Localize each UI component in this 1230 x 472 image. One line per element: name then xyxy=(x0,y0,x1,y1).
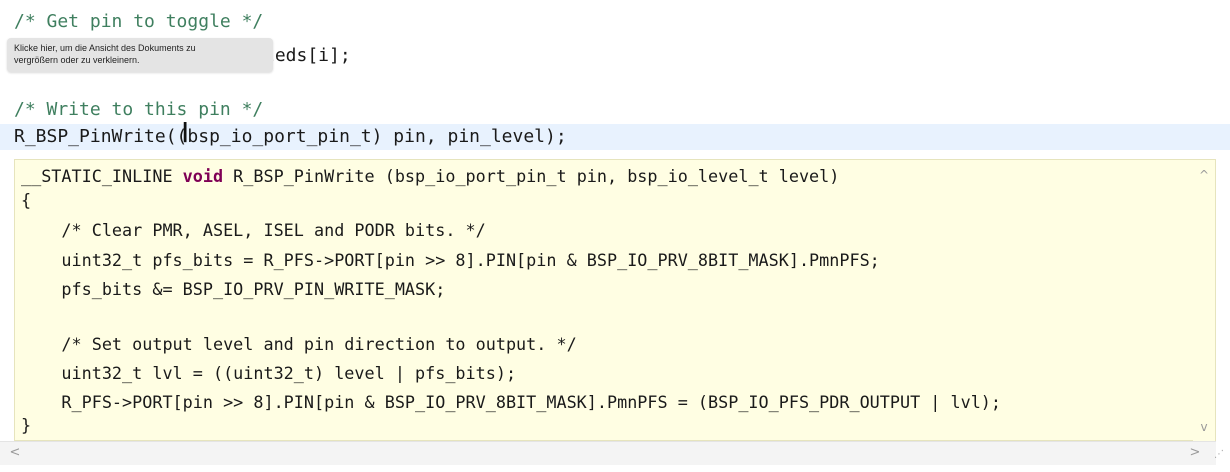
close-brace: } xyxy=(21,415,32,435)
comment-get-pin: /* Get pin to toggle */ xyxy=(14,11,264,32)
code-line-write: R_PFS->PORT[pin >> 8].PIN[pin & BSP_IO_P… xyxy=(21,392,1002,412)
signature-prefix: __STATIC_INLINE xyxy=(21,166,183,186)
zoom-tooltip: Klicke hier, um die Ansicht des Dokument… xyxy=(7,38,273,72)
signature-rest: R_BSP_PinWrite (bsp_io_port_pin_t pin, b… xyxy=(223,166,840,186)
open-brace: { xyxy=(21,190,32,210)
scroll-up-icon[interactable]: ^ xyxy=(1197,168,1211,182)
text-cursor-icon: I xyxy=(181,116,190,149)
hover-definition-popup[interactable]: __STATIC_INLINE void R_BSP_PinWrite (bsp… xyxy=(14,159,1216,442)
vertical-scrollbar[interactable]: ^ v xyxy=(1193,160,1215,442)
horizontal-scrollbar[interactable]: < > xyxy=(0,441,1216,465)
current-code-line[interactable]: R_BSP_PinWrite((bsp_io_port_pin_t) pin, … xyxy=(14,125,567,149)
tooltip-line-2: vergrößern oder zu verkleinern. xyxy=(14,55,140,65)
comment-clear-bits: /* Clear PMR, ASEL, ISEL and PODR bits. … xyxy=(21,220,486,240)
scroll-down-icon[interactable]: v xyxy=(1197,420,1211,434)
function-signature: __STATIC_INLINE void R_BSP_PinWrite (bsp… xyxy=(21,164,839,188)
code-leds-text: leds[i]; xyxy=(264,45,351,66)
scroll-left-icon[interactable]: < xyxy=(8,446,22,460)
tooltip-line-1: Klicke hier, um die Ansicht des Dokument… xyxy=(14,43,196,53)
code-line-pfs-bits: uint32_t pfs_bits = R_PFS->PORT[pin >> 8… xyxy=(21,250,880,270)
comment-set-output: /* Set output level and pin direction to… xyxy=(21,334,577,354)
hover-code-area[interactable]: __STATIC_INLINE void R_BSP_PinWrite (bsp… xyxy=(15,160,1191,442)
code-editor[interactable]: /* Get pin to toggle */ leds[i]; Klicke … xyxy=(0,0,1230,472)
keyword-void: void xyxy=(182,166,224,186)
scroll-right-icon[interactable]: > xyxy=(1188,446,1202,460)
code-line-mask: pfs_bits &= BSP_IO_PRV_PIN_WRITE_MASK; xyxy=(21,279,446,299)
resize-grip-icon[interactable]: ⋰ xyxy=(1214,448,1228,462)
code-line-lvl: uint32_t lvl = ((uint32_t) level | pfs_b… xyxy=(21,363,517,383)
comment-write-pin: /* Write to this pin */ xyxy=(14,99,264,120)
